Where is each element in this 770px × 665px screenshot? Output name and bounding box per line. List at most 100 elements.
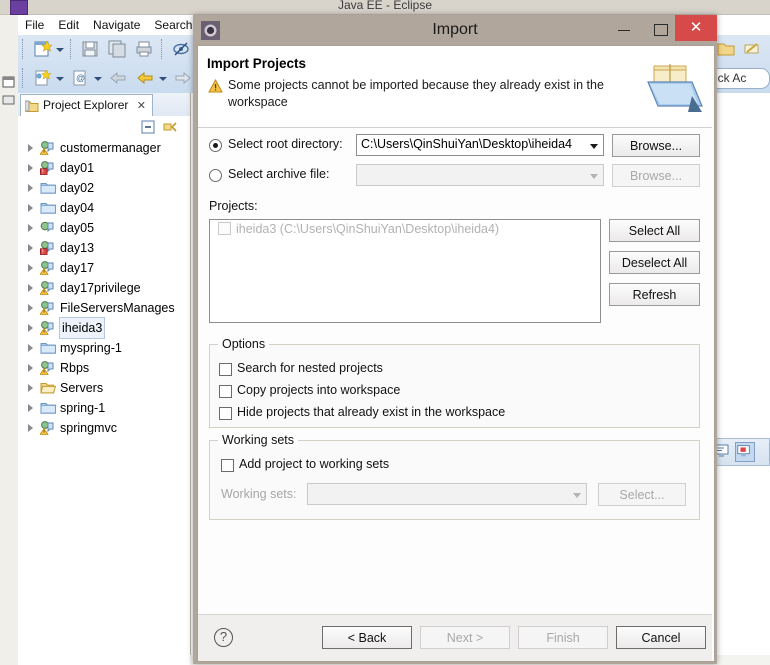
new-annotation-icon[interactable]: @	[70, 68, 90, 88]
radio-select-archive-file[interactable]	[209, 169, 222, 182]
menu-item-search[interactable]: Search	[147, 15, 199, 34]
back-arrow-grey-icon[interactable]	[108, 68, 128, 88]
minimize-button[interactable]	[606, 15, 642, 41]
toolbar-separator	[70, 39, 72, 59]
expand-arrow-icon[interactable]	[28, 184, 33, 192]
working-sets-group: Working sets Add project to working sets…	[209, 433, 700, 520]
refresh-button[interactable]: Refresh	[609, 283, 700, 306]
label-select-root-directory: Select root directory:	[228, 137, 343, 151]
tree-item-rbps[interactable]: Rbps	[18, 358, 190, 378]
expand-arrow-icon[interactable]	[28, 324, 33, 332]
expand-arrow-icon[interactable]	[28, 284, 33, 292]
tree-item-day02[interactable]: day02	[18, 178, 190, 198]
radio-select-root-directory[interactable]	[209, 139, 222, 152]
strip-icon-1[interactable]	[2, 75, 16, 89]
tree-item-servers[interactable]: Servers	[18, 378, 190, 398]
chevron-down-icon[interactable]	[585, 135, 603, 155]
maximize-button[interactable]	[642, 15, 678, 41]
tree-item-day05[interactable]: day05	[18, 218, 190, 238]
menu-item-navigate[interactable]: Navigate	[86, 15, 147, 34]
expand-arrow-icon[interactable]	[28, 304, 33, 312]
dialog-body: Import Projects Some projects cannot be …	[197, 45, 715, 662]
back-arrow-yellow-icon[interactable]	[135, 68, 155, 88]
menu-item-edit[interactable]: Edit	[51, 15, 86, 34]
browse-root-directory-button[interactable]: Browse...	[612, 134, 700, 157]
checkbox-hide-existing-projects[interactable]	[219, 407, 232, 420]
tree-item-iheida3[interactable]: iheida3	[18, 317, 190, 339]
forward-arrow-icon[interactable]	[173, 68, 193, 88]
deselect-all-button[interactable]: Deselect All	[609, 251, 700, 274]
new-java-class-dropdown-icon[interactable]	[55, 68, 64, 88]
select-all-button[interactable]: Select All	[609, 219, 700, 242]
tree-item-fileserversmanages[interactable]: FileServersManages	[18, 298, 190, 318]
java-ee-perspective-icon[interactable]	[742, 40, 762, 58]
link-with-editor-icon[interactable]	[162, 119, 178, 135]
toolbar-separator	[22, 39, 24, 59]
folder-blue-icon	[40, 341, 57, 355]
tree-item-day01[interactable]: ! day01	[18, 158, 190, 178]
chevron-down-icon	[568, 484, 586, 504]
tree-item-label: customermanager	[60, 141, 161, 155]
project-list-item-label: iheida3 (C:\Users\QinShuiYan\Desktop\ihe…	[236, 222, 500, 236]
tree-item-spring-1[interactable]: spring-1	[18, 398, 190, 418]
expand-arrow-icon[interactable]	[28, 264, 33, 272]
strip-icon-2[interactable]	[2, 93, 16, 107]
new-java-class-icon[interactable]	[32, 68, 52, 88]
expand-arrow-icon[interactable]	[28, 404, 33, 412]
new-wizard-icon[interactable]	[32, 39, 53, 59]
close-icon: ✕	[689, 19, 703, 36]
folder-blue-icon	[40, 181, 57, 195]
folder-blue-icon	[40, 201, 57, 215]
project-checkbox	[218, 222, 231, 235]
java-project-icon	[40, 221, 56, 235]
expand-arrow-icon[interactable]	[28, 384, 33, 392]
close-button[interactable]: ✕	[675, 15, 717, 41]
dialog-titlebar: Import ✕	[193, 15, 717, 45]
close-icon[interactable]: ✕	[137, 100, 146, 112]
expand-arrow-icon[interactable]	[28, 224, 33, 232]
tree-item-springmvc[interactable]: springmvc	[18, 418, 190, 438]
root-directory-combo[interactable]: C:\Users\QinShuiYan\Desktop\iheida4	[356, 134, 604, 156]
problems-view-icon[interactable]	[735, 442, 755, 462]
expand-arrow-icon[interactable]	[28, 164, 33, 172]
label-working-sets: Working sets:	[221, 487, 297, 501]
expand-arrow-icon[interactable]	[28, 204, 33, 212]
back-dropdown-icon[interactable]	[158, 68, 167, 88]
print-icon[interactable]	[134, 39, 154, 59]
checkbox-copy-projects-into-workspace[interactable]	[219, 385, 232, 398]
open-perspective-icon[interactable]	[716, 40, 736, 58]
tree-item-day17[interactable]: day17	[18, 258, 190, 278]
tree-item-day17privilege[interactable]: day17privilege	[18, 278, 190, 298]
cancel-button[interactable]: Cancel	[616, 626, 706, 649]
tree-item-label: springmvc	[60, 421, 117, 435]
tree-item-customermanager[interactable]: customermanager	[18, 138, 190, 158]
project-explorer-icon	[24, 99, 39, 112]
tree-item-myspring-1[interactable]: myspring-1	[18, 338, 190, 358]
browse-archive-file-button: Browse...	[612, 164, 700, 187]
collapse-all-icon[interactable]	[140, 119, 156, 135]
label-search-nested-projects: Search for nested projects	[237, 361, 383, 375]
save-all-icon[interactable]	[107, 39, 127, 59]
toolbar-separator	[161, 39, 163, 59]
save-icon[interactable]	[80, 39, 100, 59]
menu-item-file[interactable]: File	[18, 15, 51, 34]
tab-project-explorer[interactable]: Project Explorer ✕	[20, 94, 153, 116]
tree-item-day13[interactable]: ! day13	[18, 238, 190, 258]
expand-arrow-icon[interactable]	[28, 364, 33, 372]
checkbox-add-project-to-working-sets[interactable]	[221, 459, 234, 472]
expand-arrow-icon[interactable]	[28, 144, 33, 152]
toggle-mark-occurrences-icon[interactable]	[171, 39, 191, 59]
tree-item-day04[interactable]: day04	[18, 198, 190, 218]
back-button[interactable]: < Back	[322, 626, 412, 649]
java-project-error-icon: !	[40, 161, 56, 175]
expand-arrow-icon[interactable]	[28, 244, 33, 252]
expand-arrow-icon[interactable]	[28, 344, 33, 352]
import-folder-banner-icon	[634, 60, 706, 118]
new-annotation-dropdown-icon[interactable]	[93, 68, 102, 88]
new-wizard-dropdown-icon[interactable]	[55, 39, 64, 59]
help-icon[interactable]: ?	[214, 628, 233, 647]
projects-listbox[interactable]: iheida3 (C:\Users\QinShuiYan\Desktop\ihe…	[209, 219, 601, 323]
checkbox-search-nested-projects[interactable]	[219, 363, 232, 376]
expand-arrow-icon[interactable]	[28, 424, 33, 432]
tree-item-label: day13	[60, 241, 95, 255]
